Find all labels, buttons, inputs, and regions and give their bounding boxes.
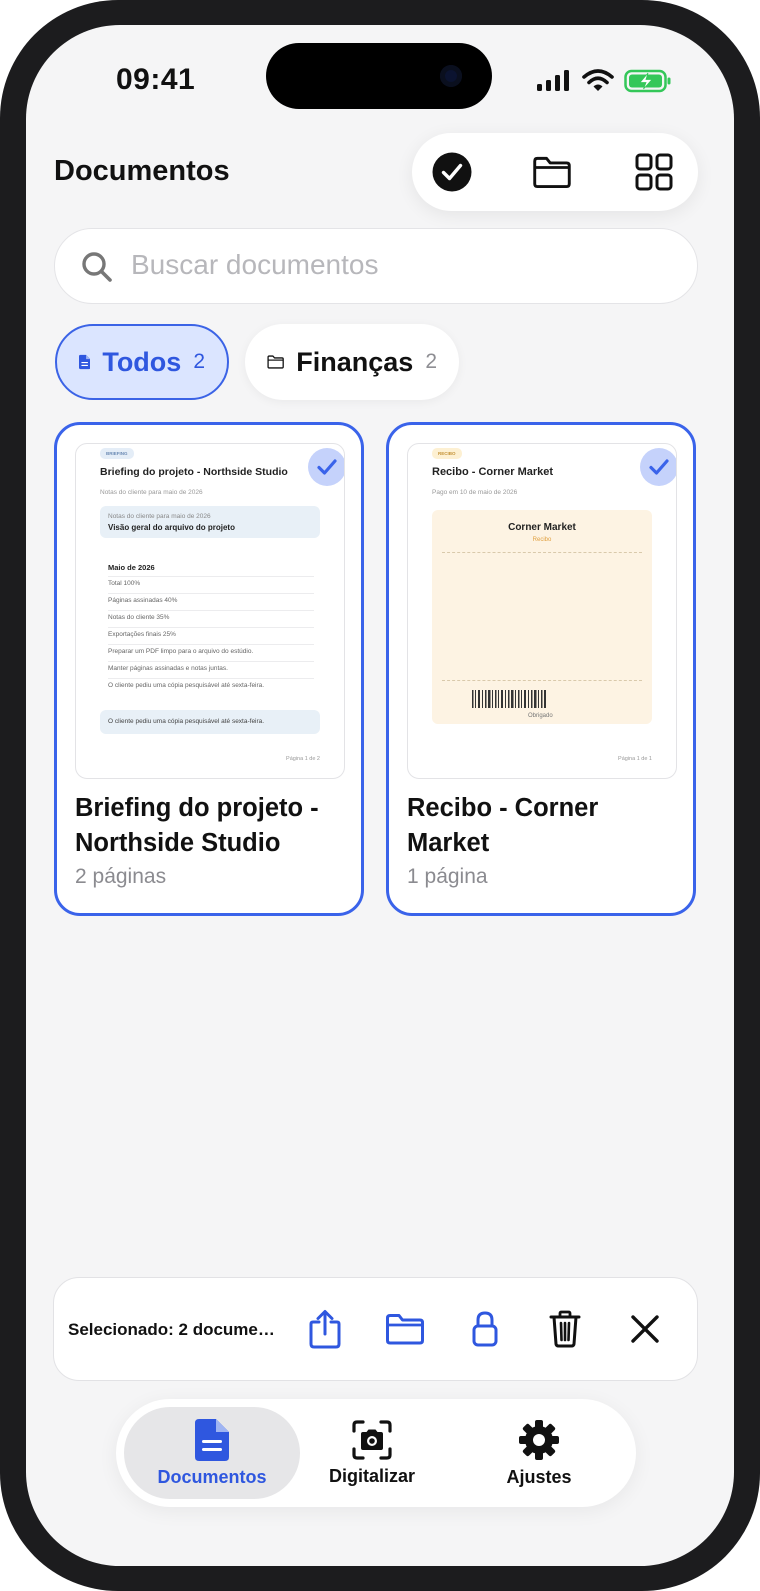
folder-icon (533, 156, 571, 188)
preview-divider (108, 627, 314, 628)
lock-icon (472, 1311, 498, 1347)
select-mode-button[interactable] (432, 152, 472, 192)
preview-row: Manter páginas assinadas e notas juntas. (108, 665, 228, 672)
share-button[interactable] (305, 1309, 345, 1349)
preview-row: Exportações finais 25% (108, 631, 176, 638)
search-input[interactable] (131, 229, 671, 301)
document-page-count: 2 páginas (75, 865, 167, 888)
selected-check-badge[interactable] (308, 448, 344, 486)
tab-label: Digitalizar (328, 1465, 416, 1486)
tab-label: Ajustes (506, 1466, 572, 1487)
filter-chip-label: Todos (102, 346, 182, 377)
document-card-recibo[interactable]: RECIBO Recibo - Corner Market Pago em 10… (386, 422, 696, 916)
move-to-folder-button[interactable] (385, 1309, 425, 1349)
lock-button[interactable] (465, 1309, 505, 1349)
preview-divider (108, 593, 314, 594)
receipt-label: Recibo (532, 537, 552, 543)
checkmark-icon (649, 459, 669, 475)
wifi-icon (582, 69, 614, 91)
document-thumbnail: BRIEFING Briefing do projeto - Northside… (75, 443, 345, 779)
preview-divider (108, 661, 314, 662)
battery-charging-icon (624, 69, 671, 93)
filter-chip-todos[interactable]: Todos 2 (55, 324, 229, 400)
status-time: 09:41 (116, 63, 196, 96)
preview-tag: BRIEFING (100, 448, 134, 459)
gear-icon (519, 1419, 559, 1460)
document-icon (195, 1418, 229, 1461)
filter-chip-count: 2 (425, 350, 437, 373)
search-icon (82, 252, 112, 282)
tab-digitalizar[interactable]: Digitalizar (292, 1407, 452, 1499)
preview-section: Maio de 2026 (108, 563, 155, 572)
document-card-briefing[interactable]: BRIEFING Briefing do projeto - Northside… (54, 422, 364, 916)
preview-page-footer: Página 1 de 2 (286, 756, 320, 762)
preview-divider (108, 610, 314, 611)
preview-heading: Briefing do projeto - Northside Studio (100, 466, 288, 478)
bottom-tab-bar: Documentos Digitalizar Ajustes (116, 1399, 636, 1507)
preview-note: O cliente pediu uma cópia pesquisável at… (108, 718, 265, 725)
tab-documentos[interactable]: Documentos (124, 1407, 300, 1499)
tab-ajustes[interactable]: Ajustes (456, 1407, 622, 1499)
grid-icon (635, 153, 673, 191)
preview-summary-box: Notas do cliente para maio de 2026 Visão… (100, 506, 320, 538)
preview-row: Páginas assinadas 40% (108, 597, 178, 604)
selection-action-bar: Selecionado: 2 documentos (53, 1277, 698, 1381)
preview-row: Preparar um PDF limpo para o arquivo do … (108, 648, 254, 655)
selected-check-badge[interactable] (640, 448, 676, 486)
preview-subtitle: Notas do cliente para maio de 2026 (100, 489, 203, 496)
selection-count-label: Selecionado: 2 documentos (68, 1320, 282, 1339)
folders-button[interactable] (532, 152, 572, 192)
filter-chip-financas[interactable]: Finanças 2 (245, 324, 459, 400)
filter-chip-label: Finanças (296, 346, 414, 377)
preview-row: O cliente pediu uma cópia pesquisável at… (108, 682, 265, 689)
checkmark-icon (317, 459, 337, 475)
folder-icon (267, 355, 284, 369)
receipt-store-name: Corner Market (508, 522, 576, 533)
close-selection-button[interactable] (625, 1309, 665, 1349)
document-thumbnail: RECIBO Recibo - Corner Market Pago em 10… (407, 443, 677, 779)
preview-heading: Recibo - Corner Market (432, 466, 554, 478)
filter-chip-count: 2 (193, 350, 205, 373)
status-icons (536, 69, 672, 93)
preview-row: Total 100% (108, 580, 141, 587)
delete-button[interactable] (545, 1309, 585, 1349)
close-icon (631, 1315, 659, 1343)
preview-divider (108, 678, 314, 679)
app-screen: 09:41 Documentos Buscar documentos Todos… (26, 25, 734, 1566)
barcode-icon (472, 690, 546, 708)
page-title: Documentos (54, 155, 230, 187)
header-toolbar (412, 133, 698, 211)
search-bar (54, 228, 698, 304)
dynamic-island (266, 43, 492, 109)
trash-icon (549, 1310, 581, 1348)
preview-divider (108, 644, 314, 645)
grid-view-button[interactable] (634, 152, 674, 192)
checkmark-circle-icon (432, 152, 472, 192)
phone-frame: 09:41 Documentos Buscar documentos Todos… (0, 0, 760, 1591)
document-page-count: 1 página (407, 865, 488, 888)
preview-box-label: Notas do cliente para maio de 2026 (108, 513, 211, 520)
document-title: Briefing do projeto - Northside Studio (75, 794, 319, 857)
preview-page-footer: Página 1 de 1 (618, 756, 652, 762)
preview-box-title: Visão geral do arquivo do projeto (108, 523, 235, 532)
scan-camera-icon (352, 1419, 392, 1460)
document-title: Recibo - Corner Market (407, 794, 599, 857)
share-icon (309, 1310, 341, 1349)
document-icon (79, 354, 91, 370)
receipt-thanks: Obrigado (528, 713, 553, 719)
preview-row: Notas do cliente 35% (108, 614, 170, 621)
cellular-signal-icon (537, 70, 569, 91)
preview-subtitle: Pago em 10 de maio de 2026 (432, 489, 518, 496)
preview-tag: RECIBO (432, 448, 462, 459)
tab-label: Documentos (157, 1466, 267, 1487)
preview-note-box: O cliente pediu uma cópia pesquisável at… (100, 710, 320, 734)
receipt-panel: Corner Market Recibo Obrigado (432, 510, 652, 724)
preview-divider (108, 576, 314, 577)
folder-icon (386, 1314, 424, 1345)
